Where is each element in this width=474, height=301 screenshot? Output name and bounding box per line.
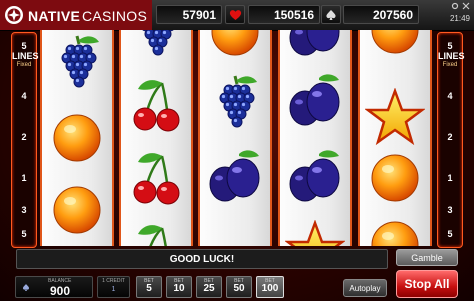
bet-value: 50 [233,283,245,294]
lines-title: 5 LINES [438,41,465,61]
line-number: 5 [21,229,27,239]
bet-label: BET [204,278,214,284]
bet-label: BET [265,278,275,284]
system-tray: 21:49 [436,2,470,28]
bet-value: 25 [203,283,215,294]
plum-symbol [280,148,350,208]
jackpot-counter-2: 150516 [248,5,320,24]
star-symbol [360,88,430,148]
orange-symbol [42,108,112,168]
grapes-symbol [200,72,270,132]
bet-label: BET [174,278,184,284]
bet-label: BET [144,278,154,284]
line-number: 5 [447,229,453,239]
line-number: 4 [447,91,453,101]
line-number: 3 [21,205,27,215]
reel-2 [119,30,193,246]
line-number: 2 [447,132,453,142]
grapes-symbol [42,32,112,92]
message-bar: GOOD LUCK! [16,249,388,269]
lines-panel-right: 5 LINES Fixed 4 2 1 3 5 [437,32,465,248]
credit-label: 1 CREDIT [102,278,125,284]
reel-4 [278,30,352,246]
brand-name-rest: CASINOS [82,8,148,24]
line-number: 4 [21,91,27,101]
bet-button[interactable]: BET 50 [226,276,252,298]
balance-display: BALANCE 900 [15,276,93,298]
stop-all-button[interactable]: Stop All [396,270,458,298]
top-bar: NATIVE CASINOS 57901 150516 207560 21:49 [0,0,474,31]
orange-symbol [360,30,430,60]
line-number: 2 [21,132,27,142]
orange-symbol [360,215,430,246]
lines-title: 5 LINES [12,41,39,61]
jackpot-counter-1: 57901 [156,5,222,24]
reel-1 [40,30,114,246]
lines-subtitle: Fixed [16,62,32,68]
gamble-button[interactable]: Gamble [396,249,458,266]
clock: 21:49 [449,14,470,23]
autoplay-button[interactable]: Autoplay [343,279,387,297]
lines-subtitle: Fixed [442,62,458,68]
bet-button-selected[interactable]: BET 100 [256,276,284,298]
plum-symbol [280,72,350,132]
orange-symbol [360,148,430,208]
bet-value: 10 [173,283,185,294]
credit-value: 1 [111,286,116,293]
brand-name-bold: NATIVE [28,8,81,24]
bet-value: 100 [261,283,279,294]
spade-icon [321,5,341,24]
jackpot-counter-3: 207560 [343,5,419,24]
settings-icon[interactable] [451,2,459,12]
orange-symbol [200,30,270,62]
credit-display[interactable]: 1 CREDIT 1 [97,276,130,298]
cherries-symbol [121,148,191,208]
star-symbol [280,220,350,246]
brand-logo-bar: NATIVE CASINOS [0,0,152,30]
slot-game: NATIVE CASINOS 57901 150516 207560 21:49 [0,0,474,301]
bet-button[interactable]: BET 5 [136,276,162,298]
cherries-symbol [121,75,191,135]
line-number: 1 [447,173,453,183]
cherries-symbol [121,220,191,246]
grapes-symbol [121,30,191,60]
heart-icon [225,5,245,24]
brand-icon [5,6,23,24]
plum-symbol [280,30,350,62]
plum-symbol [200,148,270,208]
reel-3 [198,30,272,246]
reel-5 [358,30,432,246]
line-number: 1 [21,173,27,183]
close-icon[interactable] [462,2,470,12]
bet-value: 5 [146,283,152,294]
reels-area [40,30,434,246]
bet-label: BET [234,278,244,284]
orange-symbol [42,180,112,240]
balance-value: 900 [49,284,70,298]
bet-button[interactable]: BET 25 [196,276,222,298]
line-number: 3 [447,205,453,215]
spade-icon [22,284,30,291]
lines-panel-left: 5 LINES Fixed 4 2 1 3 5 [11,32,39,248]
bet-button[interactable]: BET 10 [166,276,192,298]
